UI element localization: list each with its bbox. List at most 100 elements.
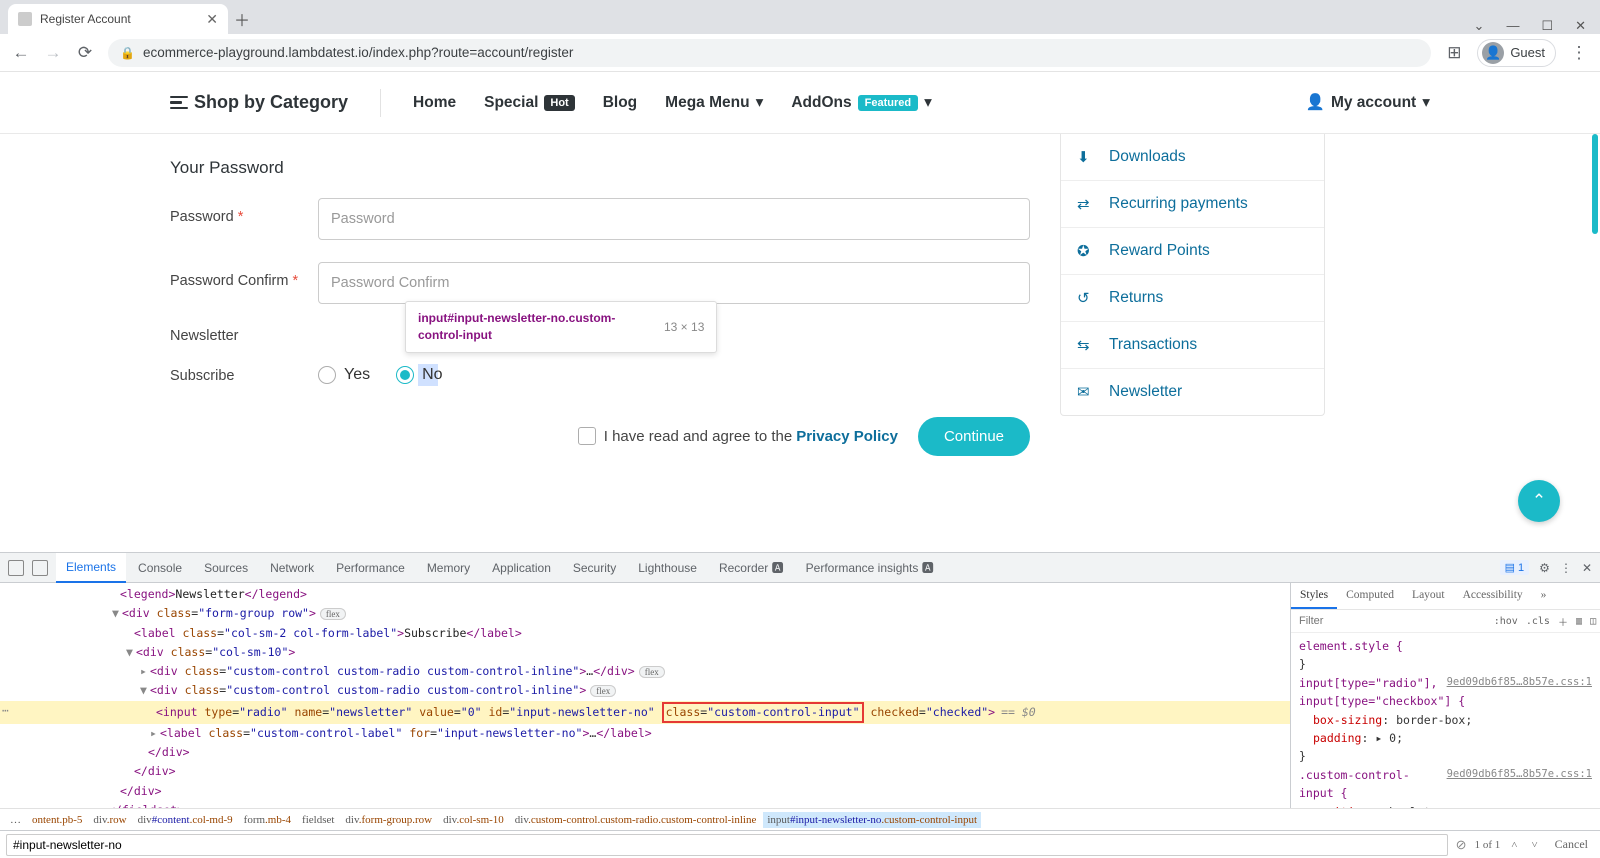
tabs-dropdown-icon[interactable]: ⌄ bbox=[1474, 18, 1485, 34]
page-content: Your Password Password * Password Confir… bbox=[0, 134, 1600, 552]
inspect-tooltip: input#input-newsletter-no.custom-control… bbox=[405, 301, 717, 353]
profile-chip[interactable]: 👤 Guest bbox=[1477, 39, 1556, 67]
devtools-tab-application[interactable]: Application bbox=[482, 554, 561, 582]
password-confirm-input[interactable] bbox=[318, 262, 1030, 304]
download-icon: ⬇ bbox=[1077, 148, 1095, 166]
nav-addons-label: AddOns bbox=[791, 94, 851, 112]
devtools-tab-memory[interactable]: Memory bbox=[417, 554, 480, 582]
nav-reload-icon[interactable]: ⟳ bbox=[76, 43, 94, 63]
elements-tree[interactable]: <legend>Newsletter</legend> ▼<div class=… bbox=[0, 583, 1290, 808]
inspect-element-icon[interactable] bbox=[8, 560, 24, 576]
lock-icon: 🔒 bbox=[120, 46, 135, 60]
highlighted-element-line[interactable]: ⋯<input type="radio" name="newsletter" v… bbox=[0, 701, 1290, 724]
nav-forward-icon[interactable]: → bbox=[44, 43, 62, 63]
devtools-tab-performance[interactable]: Performance bbox=[326, 554, 415, 582]
nav-addons[interactable]: AddOns Featured ▾ bbox=[791, 93, 932, 112]
scroll-to-top-button[interactable]: ⌃ bbox=[1518, 480, 1560, 522]
nav-special-label: Special bbox=[484, 94, 538, 112]
featured-badge: Featured bbox=[858, 95, 918, 111]
devtools-close-icon[interactable]: ✕ bbox=[1582, 561, 1592, 575]
nav-home[interactable]: Home bbox=[413, 94, 456, 112]
styles-filter-input[interactable] bbox=[1291, 610, 1490, 632]
hot-badge: Hot bbox=[544, 95, 574, 111]
elements-breadcrumb[interactable]: … ontent.pb-5 div.row div#content.col-md… bbox=[0, 808, 1600, 830]
radio-label-no: No bbox=[422, 366, 442, 384]
browser-tab[interactable]: Register Account ✕ bbox=[8, 4, 228, 34]
breadcrumb-active[interactable]: input#input-newsletter-no.custom-control… bbox=[763, 812, 981, 828]
devtools-issue-badge[interactable]: ▤ 1 bbox=[1500, 560, 1530, 575]
nav-my-account[interactable]: 👤 My account ▾ bbox=[1306, 93, 1430, 112]
devtools-tab-lighthouse[interactable]: Lighthouse bbox=[628, 554, 707, 582]
hov-toggle[interactable]: :hov bbox=[1490, 616, 1522, 627]
search-prev-icon[interactable]: ˄ bbox=[1508, 839, 1520, 851]
window-minimize-icon[interactable]: — bbox=[1506, 18, 1519, 34]
search-next-icon[interactable]: ˅ bbox=[1528, 839, 1540, 851]
agree-checkbox[interactable] bbox=[578, 427, 596, 445]
styles-tab-styles[interactable]: Styles bbox=[1291, 583, 1337, 609]
devtools-tab-elements[interactable]: Elements bbox=[56, 553, 126, 583]
search-cancel[interactable]: Cancel bbox=[1549, 837, 1594, 852]
devtools-tab-recorder[interactable]: Recorder 🅰 bbox=[709, 552, 794, 583]
device-toggle-icon[interactable] bbox=[32, 560, 48, 576]
window-maximize-icon[interactable]: ☐ bbox=[1541, 18, 1553, 34]
sidebar-item-label: Reward Points bbox=[1109, 242, 1210, 260]
site-navigation: Shop by Category Home Special Hot Blog M… bbox=[0, 72, 1600, 134]
vertical-scrollbar[interactable] bbox=[1588, 134, 1600, 552]
sidebar-item-transactions[interactable]: ⇆ Transactions bbox=[1061, 322, 1324, 369]
styles-tabs-more-icon[interactable]: » bbox=[1532, 583, 1556, 609]
computed-styles-icon[interactable]: ▥ bbox=[1572, 616, 1586, 627]
nav-mega-menu[interactable]: Mega Menu ▾ bbox=[665, 93, 763, 112]
css-rules[interactable]: element.style { } input[type="radio"],9e… bbox=[1291, 633, 1600, 808]
returns-icon: ↺ bbox=[1077, 289, 1095, 307]
install-icon[interactable]: ⊞ bbox=[1445, 43, 1463, 63]
nav-blog[interactable]: Blog bbox=[603, 94, 637, 112]
tab-close-icon[interactable]: ✕ bbox=[206, 11, 218, 28]
devtools-tab-security[interactable]: Security bbox=[563, 554, 626, 582]
new-tab-button[interactable]: ＋ bbox=[228, 4, 256, 34]
reward-icon: ✪ bbox=[1077, 242, 1095, 260]
devtools-settings-icon[interactable]: ⚙ bbox=[1539, 561, 1550, 575]
search-clear-icon[interactable]: ⊘ bbox=[1456, 837, 1467, 853]
shop-by-category[interactable]: Shop by Category bbox=[170, 92, 348, 113]
continue-button[interactable]: Continue bbox=[918, 417, 1030, 456]
nav-mega-label: Mega Menu bbox=[665, 94, 749, 112]
devtools-menu-icon[interactable]: ⋮ bbox=[1560, 561, 1572, 575]
scroll-thumb[interactable] bbox=[1592, 134, 1598, 234]
sidebar-item-reward[interactable]: ✪ Reward Points bbox=[1061, 228, 1324, 275]
sidebar-item-recurring[interactable]: ⇄ Recurring payments bbox=[1061, 181, 1324, 228]
nav-special[interactable]: Special Hot bbox=[484, 94, 575, 112]
user-icon: 👤 bbox=[1306, 93, 1325, 112]
url-input[interactable]: 🔒 ecommerce-playground.lambdatest.io/ind… bbox=[108, 39, 1431, 67]
nav-account-label: My account bbox=[1331, 94, 1416, 112]
chevron-down-icon: ▾ bbox=[756, 93, 764, 112]
cls-toggle[interactable]: .cls bbox=[1522, 616, 1554, 627]
subscribe-no[interactable]: No bbox=[396, 366, 442, 384]
privacy-policy-link[interactable]: Privacy Policy bbox=[796, 428, 898, 445]
window-close-icon[interactable]: ✕ bbox=[1575, 18, 1586, 34]
devtools-tab-console[interactable]: Console bbox=[128, 554, 192, 582]
devtools-tab-network[interactable]: Network bbox=[260, 554, 324, 582]
devtools-tab-sources[interactable]: Sources bbox=[194, 554, 258, 582]
sidebar-item-downloads[interactable]: ⬇ Downloads bbox=[1061, 134, 1324, 181]
sidebar-item-returns[interactable]: ↺ Returns bbox=[1061, 275, 1324, 322]
styles-tab-computed[interactable]: Computed bbox=[1337, 583, 1403, 609]
recurring-icon: ⇄ bbox=[1077, 195, 1095, 213]
nav-separator bbox=[380, 89, 381, 117]
subscribe-yes[interactable]: Yes bbox=[318, 366, 370, 384]
sidebar-item-label: Downloads bbox=[1109, 148, 1186, 166]
styles-panel: Styles Computed Layout Accessibility » :… bbox=[1290, 583, 1600, 808]
styles-tab-accessibility[interactable]: Accessibility bbox=[1454, 583, 1532, 609]
devtools-tab-perfinsights[interactable]: Performance insights 🅰 bbox=[796, 552, 944, 583]
sidebar-item-newsletter[interactable]: ✉ Newsletter bbox=[1061, 369, 1324, 415]
styles-tab-layout[interactable]: Layout bbox=[1403, 583, 1454, 609]
password-input[interactable] bbox=[318, 198, 1030, 240]
devtools-panel: Elements Console Sources Network Perform… bbox=[0, 552, 1600, 858]
styles-sidebar-icon[interactable]: ◫ bbox=[1586, 616, 1600, 627]
avatar-icon: 👤 bbox=[1482, 42, 1504, 64]
new-rule-icon[interactable]: ＋ bbox=[1554, 614, 1572, 629]
devtools-search-input[interactable] bbox=[6, 834, 1448, 856]
chrome-menu-icon[interactable]: ⋮ bbox=[1570, 43, 1588, 63]
nav-back-icon[interactable]: ← bbox=[12, 43, 30, 63]
password-label: Password * bbox=[170, 198, 318, 227]
password-row: Password * bbox=[170, 198, 1030, 240]
